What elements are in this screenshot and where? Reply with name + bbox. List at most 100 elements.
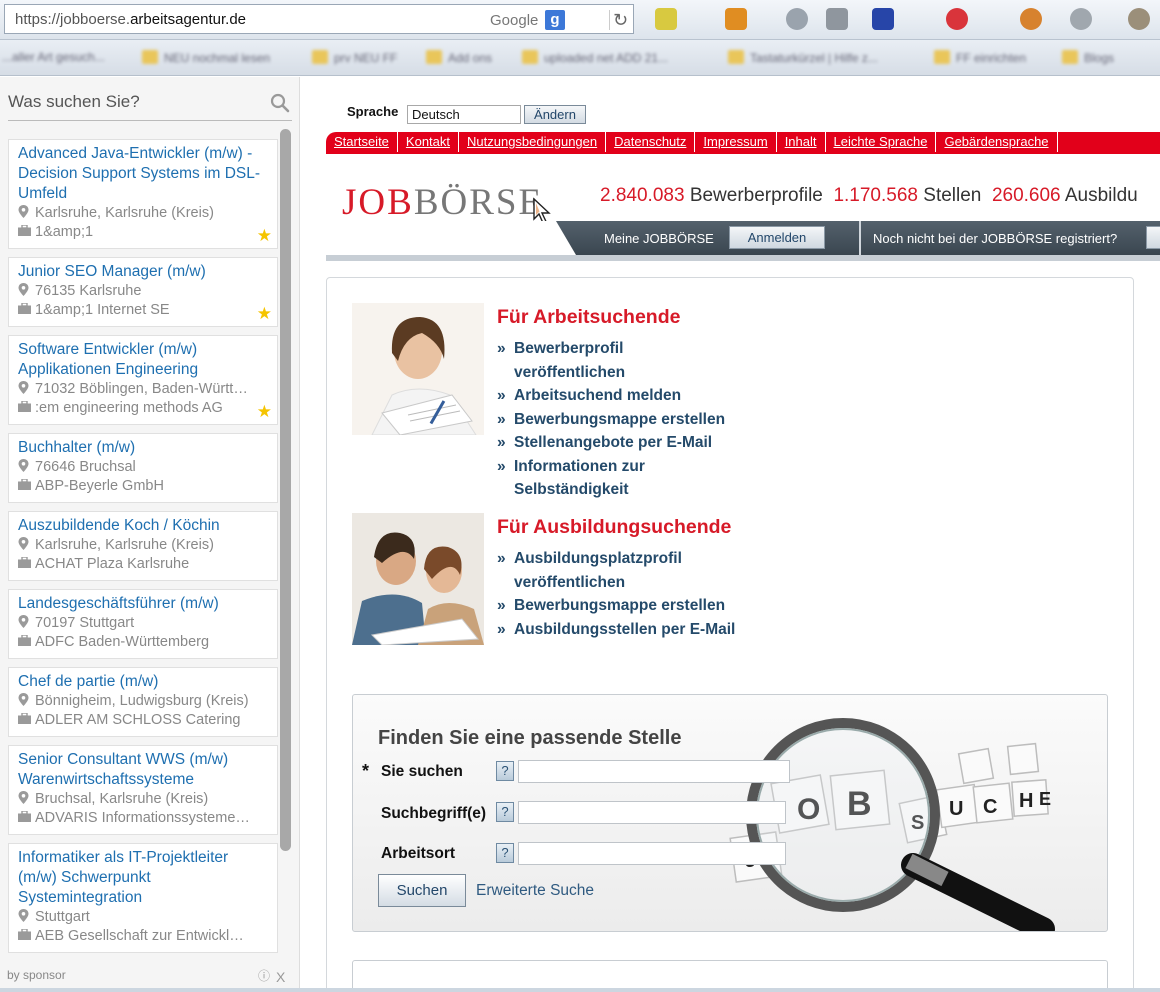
link-bewerbungsmappe[interactable]: Bewerbungsmappe erstellen (497, 408, 737, 432)
toolbar-addon-icon[interactable] (1020, 8, 1042, 30)
bookmark-item[interactable]: Blogs (1062, 50, 1114, 66)
ausbildungsuchende-links: Ausbildungsplatzprofil veröffentlichen B… (497, 547, 747, 641)
job-ad-card[interactable]: Chef de partie (m/w) Bönnigheim, Ludwigs… (8, 667, 278, 737)
close-icon[interactable]: X (276, 969, 285, 985)
job-ad-company: ADLER AM SCHLOSS Catering (18, 711, 269, 730)
location-pin-icon (18, 205, 29, 218)
job-ad-title[interactable]: Software Entwickler (m/w) Applikationen … (18, 340, 269, 380)
job-ad-card[interactable]: Software Entwickler (m/w) Applikationen … (8, 335, 278, 425)
register-button[interactable] (1146, 226, 1160, 249)
search-button[interactable]: Suchen (378, 874, 466, 907)
link-arbeitsuchend-melden[interactable]: Arbeitsuchend melden (497, 384, 737, 408)
search-title: Finden Sie eine passende Stelle (378, 727, 682, 749)
help-icon[interactable]: ? (496, 761, 514, 781)
job-ad-company: ACHAT Plaza Karlsruhe (18, 555, 269, 574)
nav-leichte-sprache[interactable]: Leichte Sprache (826, 132, 937, 152)
toolbar-addon-icon[interactable] (946, 8, 968, 30)
nav-datenschutz[interactable]: Datenschutz (606, 132, 696, 152)
briefcase-icon (18, 929, 31, 940)
toolbar-addon-icon[interactable] (1070, 8, 1092, 30)
toolbar-addon-icon[interactable] (786, 8, 808, 30)
link-ausbildungsplatzprofil[interactable]: Ausbildungsplatzprofil veröffentlichen (497, 547, 747, 594)
sie-suchen-input[interactable] (518, 760, 790, 783)
job-ad-title[interactable]: Informatiker als IT-Projektleiter (m/w) … (18, 848, 269, 908)
toolbar-addon-icon[interactable] (872, 8, 894, 30)
section-title-ausbildungsuchende: Für Ausbildungsuchende (497, 516, 732, 538)
nav-kontakt[interactable]: Kontakt (398, 132, 460, 152)
toolbar-addon-icon[interactable] (655, 8, 677, 30)
job-ad-title[interactable]: Advanced Java-Entwickler (m/w) - Decisio… (18, 144, 269, 204)
job-ad-location: Bönnigheim, Ludwigsburg (Kreis) (18, 692, 269, 711)
stat-label: Stellen (923, 185, 982, 206)
sidebar-scrollbar[interactable] (280, 129, 291, 851)
job-ad-card[interactable]: Junior SEO Manager (m/w) 76135 Karlsruhe… (8, 257, 278, 327)
login-button[interactable]: Anmelden (729, 226, 825, 249)
job-ad-title[interactable]: Senior Consultant WWS (m/w) Warenwirtsch… (18, 750, 269, 790)
arbeitsuchende-photo (352, 303, 484, 435)
briefcase-icon (18, 635, 31, 646)
nav-startseite[interactable]: Startseite (326, 132, 398, 152)
address-bar[interactable]: https://jobboerse.arbeitsagentur.de Goog… (4, 4, 634, 34)
link-bewerberprofil[interactable]: Bewerberprofil veröffentlichen (497, 337, 737, 384)
field-label-arbeitsort: Arbeitsort (381, 845, 456, 862)
bookmark-item[interactable]: prv NEU FF (312, 50, 397, 66)
help-icon[interactable]: ? (496, 843, 514, 863)
job-ad-title[interactable]: Landesgeschäftsführer (m/w) (18, 594, 269, 614)
content-panel: Für Arbeitsuchende Bewerberprofil veröff… (326, 277, 1134, 992)
suchbegriffe-input[interactable] (518, 801, 786, 824)
statistics: 2.840.083 Bewerberprofile 1.170.568 Stel… (600, 185, 1138, 207)
bookmark-item[interactable]: Tastaturkürzel | Hilfe z... (728, 50, 878, 66)
change-language-button[interactable]: Ändern (524, 105, 586, 124)
toolbar-addon-icon[interactable] (1128, 8, 1150, 30)
bookmark-item[interactable]: uploaded net ADD 21... (522, 50, 668, 66)
bookmark-item[interactable]: ...aller Art gesuch... (2, 50, 105, 66)
register-prompt: Noch nicht bei der JOBBÖRSE registriert? (873, 231, 1118, 246)
search-icon[interactable] (270, 93, 290, 113)
job-ad-company: ADFC Baden-Württemberg (18, 633, 269, 652)
google-icon[interactable]: g (545, 10, 565, 30)
toolbar-addon-icon[interactable] (826, 8, 848, 30)
job-ad-sidebar: Advanced Java-Entwickler (m/w) - Decisio… (0, 77, 300, 992)
job-ad-card[interactable]: Informatiker als IT-Projektleiter (m/w) … (8, 843, 278, 953)
job-ad-company: ABP-Beyerle GmbH (18, 477, 269, 496)
reload-icon[interactable]: ↻ (609, 10, 631, 30)
job-ad-title[interactable]: Buchhalter (m/w) (18, 438, 269, 458)
job-ad-card[interactable]: Advanced Java-Entwickler (m/w) - Decisio… (8, 139, 278, 249)
bookmark-item[interactable]: NEU nochmal lesen (142, 50, 270, 66)
job-ad-title[interactable]: Chef de partie (m/w) (18, 672, 269, 692)
section-title-arbeitsuchende: Für Arbeitsuchende (497, 306, 681, 328)
nav-nutzungsbedingungen[interactable]: Nutzungsbedingungen (459, 132, 607, 152)
jobboerse-logo[interactable]: JOBBÖRSE (342, 181, 543, 224)
jobboerse-page: Sprache Ändern StartseiteKontaktNutzungs… (302, 77, 1160, 992)
arbeitsort-input[interactable] (518, 842, 786, 865)
search-engine-label[interactable]: Google (490, 12, 538, 29)
bookmark-item[interactable]: FF einrichten (934, 50, 1026, 66)
job-ad-title[interactable]: Junior SEO Manager (m/w) (18, 262, 269, 282)
sponsor-label: by sponsor (7, 968, 66, 982)
language-select[interactable] (407, 105, 521, 124)
job-ad-card[interactable]: Auszubildende Koch / Köchin Karlsruhe, K… (8, 511, 278, 581)
link-ausbildungsstellen-email[interactable]: Ausbildungsstellen per E-Mail (497, 618, 747, 642)
nav-inhalt[interactable]: Inhalt (777, 132, 826, 152)
star-icon: ★ (256, 226, 272, 245)
help-icon[interactable]: ? (496, 802, 514, 822)
job-ad-card[interactable]: Senior Consultant WWS (m/w) Warenwirtsch… (8, 745, 278, 835)
url-text[interactable]: https://jobboerse.arbeitsagentur.de (15, 11, 246, 28)
bookmark-item[interactable]: Add ons (426, 50, 492, 66)
info-icon[interactable]: ⓘ (258, 967, 270, 984)
account-bar: Meine JOBBÖRSE Anmelden Noch nicht bei d… (326, 221, 1160, 261)
job-ad-card[interactable]: Landesgeschäftsführer (m/w) 70197 Stuttg… (8, 589, 278, 659)
nav-impressum[interactable]: Impressum (695, 132, 777, 152)
toolbar-addon-icon[interactable] (725, 8, 747, 30)
link-stellenangebote-email[interactable]: Stellenangebote per E-Mail (497, 431, 737, 455)
job-ad-company: :em engineering methods AG (18, 399, 269, 418)
location-pin-icon (18, 459, 29, 472)
link-bewerbungsmappe-ausbildung[interactable]: Bewerbungsmappe erstellen (497, 594, 747, 618)
job-ad-card[interactable]: Buchhalter (m/w) 76646 Bruchsal ABP-Beye… (8, 433, 278, 503)
briefcase-icon (18, 303, 31, 314)
nav-gebaerdensprache[interactable]: Gebärdensprache (936, 132, 1058, 152)
sidebar-search-input[interactable] (8, 89, 258, 115)
advanced-search-link[interactable]: Erweiterte Suche (476, 882, 594, 900)
job-ad-title[interactable]: Auszubildende Koch / Köchin (18, 516, 269, 536)
link-selbstaendigkeit[interactable]: Informationen zur Selbständigkeit (497, 455, 737, 502)
